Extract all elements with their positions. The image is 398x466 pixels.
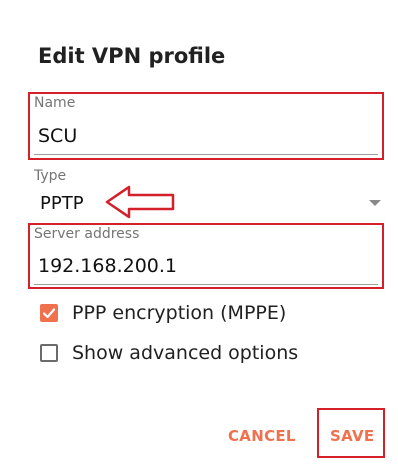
type-label: Type — [34, 168, 67, 184]
save-button[interactable]: SAVE — [330, 427, 374, 445]
name-underline — [34, 154, 378, 155]
ppp-encryption-checkbox[interactable] — [40, 304, 58, 322]
checkmark-icon — [42, 308, 56, 319]
advanced-options-checkbox[interactable] — [40, 344, 58, 362]
name-input[interactable]: SCU — [38, 125, 77, 147]
edit-vpn-dialog: Edit VPN profile Name SCU Type PPTP Serv… — [0, 0, 398, 466]
server-address-input[interactable]: 192.168.200.1 — [38, 255, 177, 277]
arrow-left-icon — [105, 185, 175, 219]
advanced-options-label: Show advanced options — [72, 342, 299, 364]
ppp-encryption-option[interactable]: PPP encryption (MPPE) — [40, 302, 286, 324]
name-field-highlight — [28, 92, 384, 160]
name-label: Name — [34, 95, 76, 111]
dialog-title: Edit VPN profile — [38, 44, 226, 68]
cancel-button[interactable]: CANCEL — [228, 427, 296, 445]
server-label: Server address — [34, 226, 140, 242]
server-underline — [34, 284, 378, 285]
type-select[interactable]: PPTP — [40, 193, 84, 214]
advanced-options-option[interactable]: Show advanced options — [40, 342, 298, 364]
triangle-down-icon[interactable] — [369, 200, 381, 206]
ppp-encryption-label: PPP encryption (MPPE) — [72, 302, 287, 324]
